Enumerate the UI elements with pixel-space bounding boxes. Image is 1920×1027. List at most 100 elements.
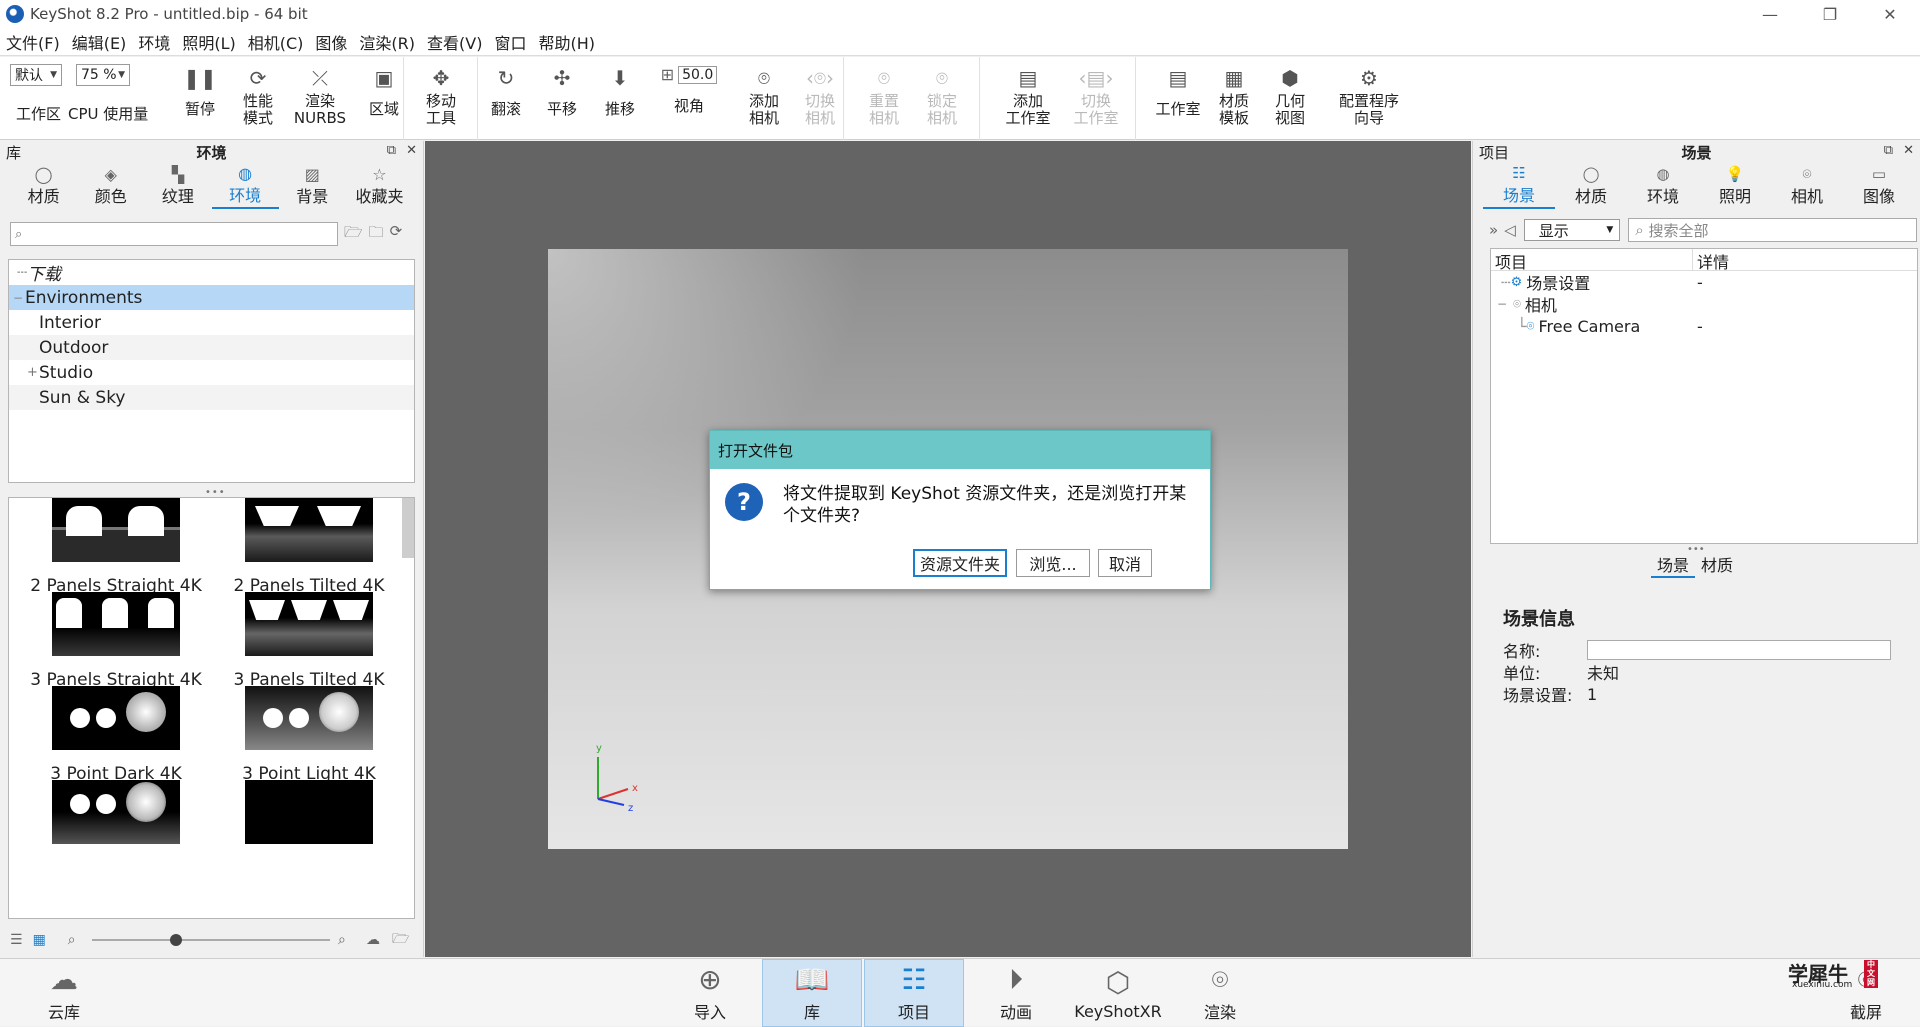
material-template-button[interactable]: ▦ 材质 模板 (1206, 61, 1262, 137)
tree-item-downloads[interactable]: ┄ 下载 (9, 260, 414, 286)
menu-window[interactable]: 窗口 (488, 30, 532, 54)
refresh-icon[interactable]: ⟳ (390, 222, 403, 247)
collapse-icon[interactable]: − (1497, 297, 1507, 311)
tree-item-interior[interactable]: Interior (9, 310, 414, 335)
grid-view-icon[interactable]: ▦ (33, 932, 46, 948)
close-panel-icon[interactable]: ✕ (1903, 143, 1914, 158)
menu-camera[interactable]: 相机(C) (242, 30, 310, 54)
dolly-button[interactable]: ⬇ 推移 (592, 61, 648, 137)
menu-render[interactable]: 渲染(R) (353, 30, 421, 54)
render-button[interactable]: ⌾ 渲染 (1170, 959, 1270, 1027)
zoom-out-icon[interactable]: ⌕ (68, 932, 76, 948)
tab-textures[interactable]: ▚ 纹理 (144, 163, 211, 209)
switch-studio-button[interactable]: ‹▤› 切换 工作室 (1066, 61, 1126, 137)
lock-camera-button[interactable]: ⌾ 锁定 相机 (914, 61, 970, 137)
thumbnail-item[interactable] (21, 780, 211, 895)
scene-search-input[interactable]: ⌕ 搜索全部 (1628, 218, 1917, 242)
studio-add-icon: ▤ (1018, 66, 1038, 90)
browse-button[interactable]: 浏览... (1016, 549, 1090, 577)
keyshotxr-button[interactable]: ⬡ KeyShotXR (1068, 959, 1168, 1027)
slider-handle[interactable] (170, 934, 182, 946)
resources-folder-button[interactable]: 资源文件夹 (913, 549, 1007, 577)
menu-lighting[interactable]: 照明(L) (176, 30, 241, 54)
tab-image[interactable]: ▭ 图像 (1843, 163, 1915, 209)
fov-input[interactable]: 50.0 (678, 65, 718, 84)
field-of-view-control[interactable]: ⊞ 50.0 视角 (654, 61, 724, 137)
tab-environments[interactable]: ◍ 环境 (211, 163, 279, 209)
undock-icon[interactable]: ⧉ (1884, 143, 1893, 158)
menu-view[interactable]: 查看(V) (421, 30, 488, 54)
tab-backplates[interactable]: ▨ 背景 (279, 163, 346, 209)
reset-camera-button[interactable]: ⌾ 重置 相机 (856, 61, 912, 137)
workspace-select[interactable]: 默认 ▼ (10, 64, 62, 86)
close-window-button[interactable]: ✕ (1860, 0, 1920, 28)
tumble-button[interactable]: ↻ 翻滚 (478, 61, 534, 137)
project-toggle-button[interactable]: ☷ 项目 (864, 959, 964, 1027)
scene-name-field[interactable] (1587, 640, 1891, 660)
detail-tab-scene[interactable]: 场景 (1651, 552, 1696, 578)
add-camera-button[interactable]: ⌾ 添加 相机 (736, 61, 792, 137)
collapse-icon[interactable]: − (13, 291, 23, 305)
tab-lighting[interactable]: 💡 照明 (1699, 163, 1771, 209)
tab-camera[interactable]: ⌾ 相机 (1771, 163, 1843, 209)
tab-scene[interactable]: ☷ 场景 (1483, 163, 1555, 209)
tab-environment[interactable]: ◍ 环境 (1627, 163, 1699, 209)
scene-row-scene-settings[interactable]: ┄ ⚙ 场景设置 - (1491, 271, 1917, 294)
config-wizard-button[interactable]: ⚙ 配置程序 向导 (1326, 61, 1412, 137)
thumbnail-scrollbar[interactable] (402, 498, 414, 558)
library-toggle-button[interactable]: 📖 库 (762, 959, 862, 1027)
expand-icon[interactable]: + (27, 365, 38, 380)
play-circle-icon: ⏵ (1008, 963, 1023, 996)
cancel-button[interactable]: 取消 (1098, 549, 1152, 577)
library-search-input[interactable]: ⌕ (10, 222, 338, 246)
cloud-library-button[interactable]: ☁ 云库 (14, 959, 114, 1027)
visibility-icon[interactable]: ◁ (1504, 221, 1516, 239)
geometry-view-button[interactable]: ⬢ 几何 视图 (1262, 61, 1318, 137)
render-nurbs-button[interactable]: ⤫ 渲染 NURBS (292, 61, 348, 137)
switch-camera-button[interactable]: ‹⌾› 切换 相机 (792, 61, 848, 137)
undock-icon[interactable]: ⧉ (387, 143, 396, 158)
move-tool-button[interactable]: ✥ 移动 工具 (413, 61, 469, 137)
folder-settings-icon[interactable]: 🗁 (392, 928, 409, 952)
pan-button[interactable]: ✣ 平移 (534, 61, 590, 137)
import-button[interactable]: ⊕ 导入 (660, 959, 760, 1027)
scene-row-free-camera[interactable]: └ ⌾ Free Camera - (1491, 315, 1917, 337)
studio-button[interactable]: ▤ 工作室 (1150, 61, 1206, 137)
zoom-in-icon[interactable]: ⌕ (338, 932, 346, 948)
menu-file[interactable]: 文件(F) (0, 30, 66, 54)
restore-button[interactable]: ❐ (1800, 0, 1860, 28)
close-panel-icon[interactable]: ✕ (406, 143, 417, 158)
tab-colors[interactable]: ◈ 颜色 (77, 163, 144, 209)
studio-icon: ▤ (1168, 66, 1188, 90)
minimize-button[interactable]: — (1740, 0, 1800, 28)
column-header-detail[interactable]: 详情 (1693, 249, 1729, 272)
column-header-item[interactable]: 项目 (1491, 249, 1693, 272)
detail-tab-material[interactable]: 材质 (1695, 552, 1739, 578)
scene-row-cameras[interactable]: − ⌾ 相机 (1491, 293, 1917, 315)
performance-mode-button[interactable]: ⟳ 性能 模式 (230, 61, 286, 137)
tree-item-studio[interactable]: + Studio (9, 360, 414, 385)
menu-edit[interactable]: 编辑(E) (66, 30, 133, 54)
tree-item-outdoor[interactable]: Outdoor (9, 335, 414, 360)
folder-open-icon[interactable]: 🗀 (369, 222, 384, 247)
list-view-icon[interactable]: ☰ (10, 932, 23, 948)
thumbnail-size-slider[interactable] (92, 939, 330, 941)
pause-button[interactable]: ❚❚ 暂停 (172, 61, 228, 137)
add-studio-button[interactable]: ▤ 添加 工作室 (998, 61, 1058, 137)
menu-help[interactable]: 帮助(H) (532, 30, 601, 54)
tree-item-sun-sky[interactable]: Sun & Sky (9, 385, 414, 410)
search-icon: ⌕ (1635, 221, 1644, 239)
display-select[interactable]: 显示 ▼ (1523, 219, 1621, 241)
upload-cloud-icon[interactable]: ☁ (366, 932, 380, 948)
menu-image[interactable]: 图像 (309, 30, 353, 54)
cpu-usage-select[interactable]: 75 % ▼ (76, 64, 130, 86)
expand-arrows-icon[interactable]: » (1489, 221, 1498, 239)
menu-environment[interactable]: 环境 (132, 30, 176, 54)
tab-material[interactable]: ◯ 材质 (1555, 163, 1627, 209)
tab-favorites[interactable]: ☆ 收藏夹 (346, 163, 413, 209)
thumbnail-item[interactable] (214, 780, 404, 895)
folder-add-icon[interactable]: 🗁 (344, 222, 363, 247)
animation-button[interactable]: ⏵ 动画 (966, 959, 1066, 1027)
tree-item-environments[interactable]: − Environments (9, 285, 414, 310)
tab-materials[interactable]: ◯ 材质 (10, 163, 77, 209)
